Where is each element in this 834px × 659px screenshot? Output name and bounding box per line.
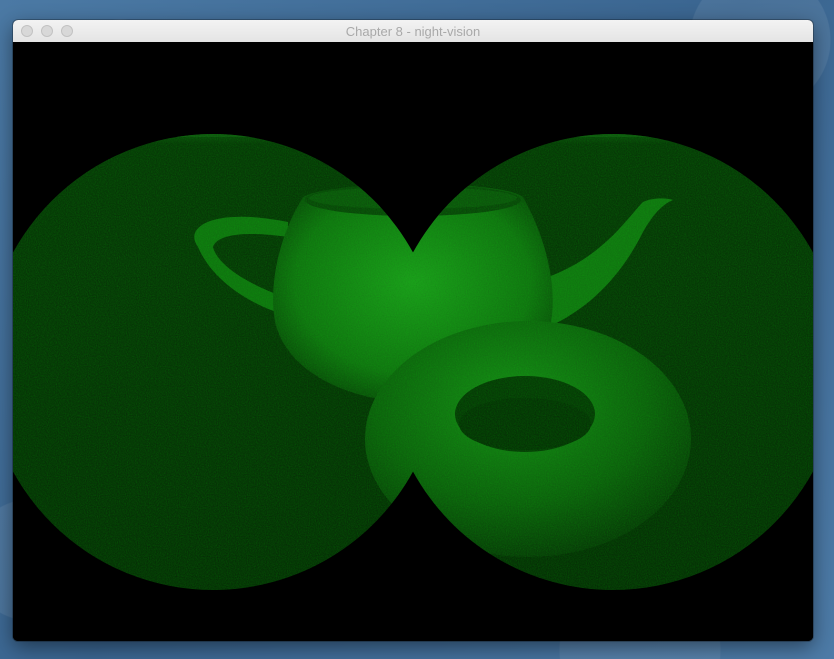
render-viewport xyxy=(13,42,813,641)
title-bar[interactable]: Chapter 8 - night-vision xyxy=(13,20,813,43)
window-title: Chapter 8 - night-vision xyxy=(345,24,481,39)
app-window: Chapter 8 - night-vision xyxy=(13,20,813,641)
night-vision-scene xyxy=(13,42,813,641)
